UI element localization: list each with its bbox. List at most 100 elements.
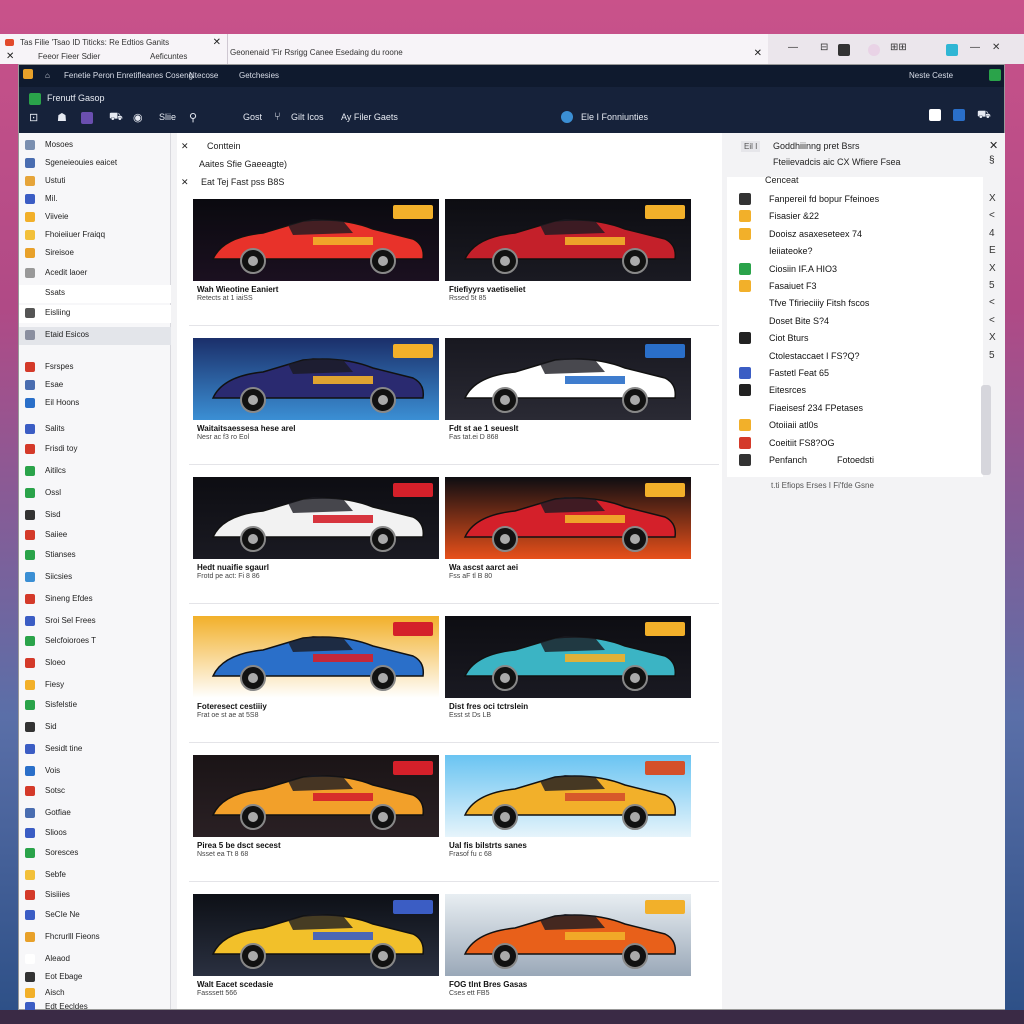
close-icon[interactable]: ✕: [213, 37, 221, 48]
list-item[interactable]: Otoiiaii atl0s: [727, 417, 983, 434]
list-item[interactable]: Fastetl Feat 65: [727, 365, 983, 382]
sidebar-item[interactable]: SeCIe Ne: [19, 907, 171, 925]
sidebar-item[interactable]: Sisfelstie: [19, 697, 171, 715]
sidebar-item[interactable]: Fhoieiiuer Fraiqq: [19, 227, 171, 245]
sidebar-item[interactable]: Etaid Esicos: [19, 327, 171, 345]
list-item[interactable]: Ciot Bturs X: [727, 330, 996, 347]
close-icon[interactable]: ✕: [754, 48, 762, 59]
browser-tab-active[interactable]: Tas Filie 'Tsao ID Titicks: Re Edtios Ga…: [0, 34, 228, 64]
sidebar-item[interactable]: Sisd: [19, 507, 171, 525]
car-icon[interactable]: ⛟: [109, 111, 123, 125]
card-title[interactable]: Foteresect cestiiiy: [197, 702, 267, 711]
car-thumbnail[interactable]: [445, 338, 691, 420]
sidebar-item[interactable]: Fiesy: [19, 677, 171, 695]
sidebar-item[interactable]: Sroi Sel Frees: [19, 613, 171, 631]
game-card[interactable]: Pirea 5 be dsct secest Nsset ea Tt 8 68: [193, 755, 439, 858]
car-thumbnail[interactable]: [193, 616, 439, 698]
menu-item-right[interactable]: Neste Ceste: [909, 71, 953, 80]
car-thumbnail[interactable]: [445, 199, 691, 281]
toolbar-label[interactable]: Sliie: [159, 112, 176, 122]
pin-icon[interactable]: ⚲: [189, 111, 197, 124]
minimize-icon[interactable]: —: [788, 42, 798, 53]
filter-chip[interactable]: Eat Tej Fast pss B8S: [201, 177, 284, 187]
car-thumbnail[interactable]: [193, 477, 439, 559]
card-title[interactable]: Dist fres oci tctrslein: [449, 702, 528, 711]
sidebar-item[interactable]: Ssats: [19, 285, 171, 303]
game-card[interactable]: Fdt st ae 1 seueslt Fas tat.ei D 868: [445, 338, 691, 441]
sidebar-item[interactable]: Sireisoe: [19, 245, 171, 263]
grid-icon[interactable]: [838, 44, 850, 56]
sidebar-item[interactable]: Sisiiies: [19, 887, 171, 905]
sidebar-item[interactable]: Ustuti: [19, 173, 171, 191]
card-title[interactable]: Ual fis bilstrts sanes: [449, 841, 527, 850]
home-icon[interactable]: ⌂: [45, 71, 50, 80]
action-icon[interactable]: 4: [989, 228, 995, 239]
action-icon[interactable]: E: [989, 245, 996, 256]
sidebar-item[interactable]: Aitilcs: [19, 463, 171, 481]
game-card[interactable]: Waitaitsaessesa hese arel Nesr ac f3 ro E…: [193, 338, 439, 441]
sidebar-item[interactable]: Sesidt tine: [19, 741, 171, 759]
close-icon[interactable]: ✕: [989, 139, 998, 152]
list-item[interactable]: Ieiiateoke? E: [727, 243, 996, 260]
game-card[interactable]: FOG tlnt Bres Gasas Cses ett FB5: [445, 894, 691, 997]
sidebar-item[interactable]: Eil Hoons: [19, 395, 171, 413]
sidebar-item[interactable]: Sgeneieouies eaicet: [19, 155, 171, 173]
card-title[interactable]: Wah Wieotine Eaniert: [197, 285, 278, 294]
car-thumbnail[interactable]: [445, 755, 691, 837]
tab-icon[interactable]: ⊡: [29, 111, 38, 124]
center-label[interactable]: Ele I Fonniunties: [581, 112, 648, 122]
sidebar-item[interactable]: Acedit laoer: [19, 265, 171, 283]
car-thumbnail[interactable]: [193, 199, 439, 281]
action-icon[interactable]: X: [989, 193, 996, 204]
sidebar-item[interactable]: Mosoes: [19, 137, 171, 155]
scrollbar-thumb[interactable]: [981, 385, 991, 475]
sidebar-item[interactable]: Soresces: [19, 845, 171, 863]
action-icon[interactable]: <: [989, 315, 995, 326]
menu-item[interactable]: Getchesies: [239, 71, 279, 80]
sidebar-item[interactable]: Siicsies: [19, 569, 171, 587]
game-card[interactable]: Dist fres oci tctrslein Esst st Ds LB: [445, 616, 691, 719]
game-card[interactable]: Foteresect cestiiiy Frat oe st ae at 5S8: [193, 616, 439, 719]
sidebar-item[interactable]: Gotfiae: [19, 805, 171, 823]
restore-icon[interactable]: ⊟: [820, 42, 828, 53]
browser-tab[interactable]: Geonenaid 'Fir Rsrigg Canee Esedaing du …: [228, 34, 768, 64]
list-item[interactable]: Tfve Tfirieciiiy Fitsh fscos <: [727, 295, 995, 312]
sidebar-item[interactable]: Fhcrurlll Fieons: [19, 929, 171, 947]
doc-icon[interactable]: [929, 109, 941, 121]
minimize-icon[interactable]: —: [970, 42, 980, 53]
chevron-icon[interactable]: §: [989, 155, 995, 166]
list-item[interactable]: Eitesrces: [727, 382, 983, 399]
card-title[interactable]: Pirea 5 be dsct secest: [197, 841, 281, 850]
tool-gilt[interactable]: Gilt Icos: [291, 112, 324, 122]
car-thumbnail[interactable]: [445, 616, 691, 698]
sidebar-item[interactable]: Selcfoioroes T: [19, 633, 171, 651]
back-icon[interactable]: ✕: [181, 141, 189, 152]
sidebar-item[interactable]: Sotsc: [19, 783, 171, 801]
avatar[interactable]: [868, 44, 880, 56]
menu-item[interactable]: Fenetie Peron Enretifleanes Coseng: [64, 71, 193, 80]
card-title[interactable]: Waitaitsaessesa hese arel: [197, 424, 295, 433]
card-title[interactable]: Ftiefiyyrs vaetiseliet: [449, 285, 525, 294]
menu-icon[interactable]: ⊞⊞: [890, 42, 907, 53]
export-icon[interactable]: [953, 109, 965, 121]
sidebar-item[interactable]: Mil.: [19, 191, 171, 209]
action-icon[interactable]: X: [989, 263, 996, 274]
car-thumbnail[interactable]: [445, 894, 691, 976]
card-title[interactable]: Fdt st ae 1 seueslt: [449, 424, 518, 433]
sidebar-item[interactable]: Stianses: [19, 547, 171, 565]
list-item[interactable]: Doset Bite S?4 <: [727, 313, 995, 330]
sidebar-item[interactable]: Vois: [19, 763, 171, 781]
car-icon[interactable]: ⛟: [977, 109, 991, 123]
window-icon[interactable]: [81, 112, 93, 124]
fork-icon[interactable]: ⑂: [274, 111, 281, 123]
car-thumbnail[interactable]: [193, 338, 439, 420]
close-icon[interactable]: ✕: [992, 42, 1000, 53]
action-icon[interactable]: X: [989, 332, 996, 343]
game-card[interactable]: Hedt nuaifie sgaurl Frotd pe act: Fi 8 86: [193, 477, 439, 580]
list-item[interactable]: Penfanch Fotoedsti: [727, 452, 983, 469]
sidebar-item[interactable]: Slioos: [19, 825, 171, 843]
sidebar-item[interactable]: Aleaod: [19, 951, 171, 969]
sidebar-item[interactable]: Salits: [19, 421, 171, 439]
action-icon[interactable]: <: [989, 210, 995, 221]
close-icon[interactable]: ✕: [6, 51, 14, 62]
